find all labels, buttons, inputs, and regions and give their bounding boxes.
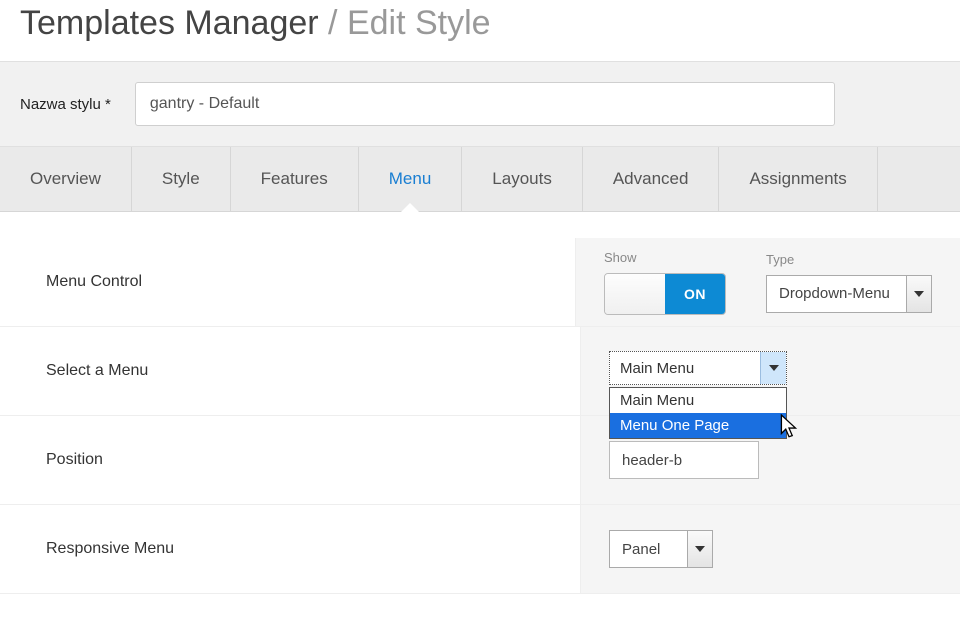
type-select[interactable]: Dropdown-Menu [766,275,932,313]
tab-layouts[interactable]: Layouts [462,147,583,211]
menu-control-controls: Show ON Type Dropdown-Menu [575,238,960,326]
menu-control-label: Menu Control [0,273,575,291]
style-name-bar: Nazwa stylu * [0,61,960,147]
menu-option-main[interactable]: Main Menu [610,388,786,413]
responsive-controls: Panel [580,505,960,593]
style-name-label: Nazwa stylu * [20,96,111,113]
settings-panel: Menu Control Show ON Type Dropdown-Menu [0,212,960,594]
responsive-select[interactable]: Panel [609,530,713,568]
tab-features[interactable]: Features [231,147,359,211]
chevron-down-icon [906,275,932,313]
title-main: Templates Manager [20,4,319,42]
responsive-label: Responsive Menu [0,540,580,558]
select-menu-label: Select a Menu [0,362,580,380]
toggle-on-side: ON [665,274,725,314]
select-menu-controls: Main Menu Main Menu Menu One Page [580,327,960,415]
responsive-select-value: Panel [609,530,687,568]
tab-style[interactable]: Style [132,147,231,211]
cursor-icon [778,414,800,440]
show-toggle[interactable]: ON [604,273,726,315]
tab-advanced[interactable]: Advanced [583,147,720,211]
toggle-off-side [605,274,665,314]
tab-menu[interactable]: Menu [359,147,463,211]
tab-assignments[interactable]: Assignments [719,147,877,211]
chevron-down-icon [760,352,786,384]
tab-overview[interactable]: Overview [0,147,132,211]
menu-option-onepage[interactable]: Menu One Page [610,413,786,438]
type-group: Type Dropdown-Menu [766,252,932,313]
chevron-down-icon [687,530,713,568]
type-select-value: Dropdown-Menu [766,275,906,313]
title-sep: / [319,4,347,42]
style-name-input[interactable] [135,82,835,126]
row-responsive: Responsive Menu Panel [0,505,960,594]
tab-bar: Overview Style Features Menu Layouts Adv… [0,147,960,212]
position-value[interactable]: header-b [609,441,759,479]
position-label: Position [0,451,580,469]
title-sub: Edit Style [347,4,491,42]
show-group: Show ON [604,250,726,315]
row-select-menu: Select a Menu Main Menu Main Menu Menu O… [0,327,960,416]
menu-dropdown[interactable]: Main Menu Main Menu Menu One Page [609,351,787,439]
page-title: Templates Manager / Edit Style [0,0,960,61]
show-label: Show [604,250,726,265]
row-position: Position header-b [0,416,960,505]
menu-dropdown-value: Main Menu [610,360,760,377]
row-menu-control: Menu Control Show ON Type Dropdown-Menu [0,238,960,327]
menu-dropdown-current[interactable]: Main Menu [609,351,787,385]
menu-dropdown-list: Main Menu Menu One Page [609,387,787,439]
type-label: Type [766,252,932,267]
